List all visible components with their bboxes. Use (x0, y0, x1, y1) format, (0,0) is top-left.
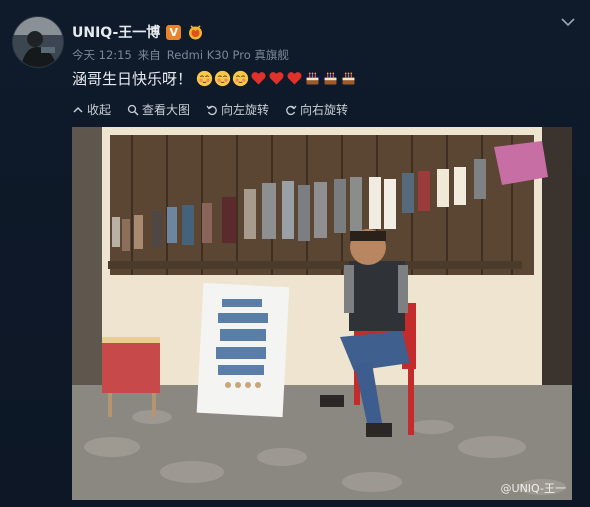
rotate-left-label: 向左旋转 (221, 103, 270, 117)
avatar[interactable] (12, 16, 64, 68)
rotate-left-icon (206, 105, 217, 115)
collapse-label: 收起 (87, 103, 112, 117)
collapse-icon (73, 106, 83, 113)
vip-badge[interactable]: V (166, 24, 182, 40)
birthday-cake-icon (324, 72, 337, 85)
red-heart-icon (251, 72, 266, 85)
timestamp[interactable]: 今天 12:15 (72, 47, 132, 63)
weibo-post-card: UNIQ-王一博 V 今天 12:15 来自 Redmi K30 Pro 真旗舰… (0, 0, 590, 507)
image-toolbar: 收起 查看大图 向左旋转 向右旋转 (72, 101, 348, 118)
post-meta: 今天 12:15 来自 Redmi K30 Pro 真旗舰 (72, 47, 289, 63)
view-large-button[interactable]: 查看大图 (127, 101, 190, 118)
blush-face-icon (196, 70, 213, 87)
post-photo[interactable]: @UNIQ-王一 (72, 127, 572, 500)
red-heart-icon (269, 72, 284, 85)
chevron-down-icon[interactable] (560, 16, 576, 28)
post-text-body: 涵哥生日快乐呀！ (72, 70, 193, 88)
rotate-left-button[interactable]: 向左旋转 (206, 101, 269, 118)
rotate-right-label: 向右旋转 (300, 103, 349, 117)
collapse-button[interactable]: 收起 (72, 101, 111, 118)
view-large-label: 查看大图 (142, 103, 191, 117)
rotate-right-button[interactable]: 向右旋转 (285, 101, 348, 118)
photo-scene (72, 127, 572, 500)
username-row: UNIQ-王一博 V (72, 22, 204, 42)
rotate-right-icon (286, 105, 297, 115)
red-heart-icon (287, 72, 302, 85)
blush-face-icon (232, 70, 249, 87)
source-prefix: 来自 (137, 48, 161, 62)
username[interactable]: UNIQ-王一博 (72, 22, 160, 42)
magnifier-icon (127, 104, 139, 116)
birthday-cake-icon (306, 72, 319, 85)
medal-icon[interactable] (187, 24, 204, 40)
blush-face-icon (214, 70, 231, 87)
post-text: 涵哥生日快乐呀！ (72, 68, 357, 89)
birthday-cake-icon (342, 72, 355, 85)
source-device[interactable]: Redmi K30 Pro 真旗舰 (167, 47, 289, 63)
photo-watermark: @UNIQ-王一 (500, 482, 566, 495)
